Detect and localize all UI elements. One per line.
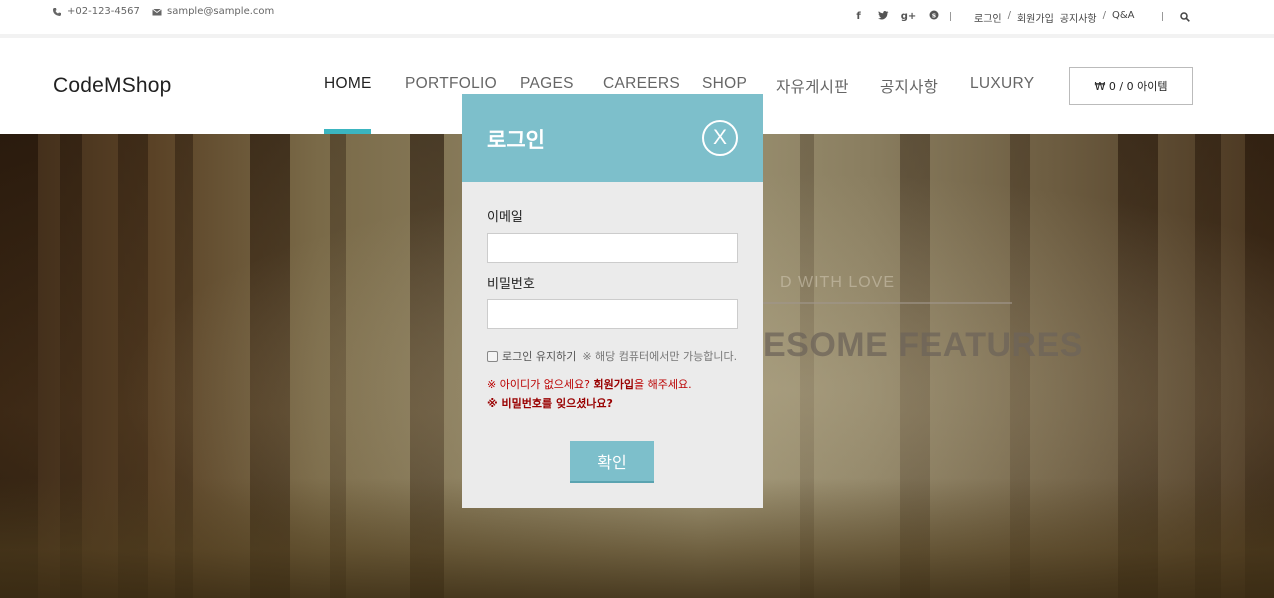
login-link[interactable]: 로그인: [974, 10, 1002, 25]
cart-button[interactable]: ₩ 0 / 0 아이템: [1069, 67, 1193, 105]
password-label: 비밀번호: [487, 277, 535, 292]
link-separator: /: [1007, 10, 1011, 21]
remember-note: ※ 해당 컴퓨터에서만 가능합니다.: [582, 350, 738, 363]
site-logo[interactable]: CodeMShop: [53, 74, 172, 98]
hero-title: ESOME FEATURES: [763, 326, 1083, 364]
nav-free-board[interactable]: 자유게시판: [776, 75, 849, 97]
divider: [1162, 12, 1163, 21]
social-links: f g+ s: [846, 10, 946, 23]
signup-prefix: ※ 아이디가 없으세요?: [487, 378, 594, 391]
hero-divider: [763, 302, 1012, 304]
qna-link[interactable]: Q&A: [1112, 10, 1135, 25]
contact-phone: +02-123-4567: [52, 6, 140, 17]
nav-careers[interactable]: CAREERS: [603, 75, 680, 93]
search-icon[interactable]: [1180, 12, 1190, 22]
remember-me[interactable]: 로그인 유지하기 ※ 해당 컴퓨터에서만 가능합니다.: [487, 348, 737, 364]
modal-title: 로그인: [487, 128, 545, 152]
skype-icon[interactable]: s: [921, 10, 946, 23]
twitter-icon[interactable]: [871, 10, 896, 23]
hero-subtitle: D WITH LOVE: [780, 274, 896, 291]
account-links: 로그인 / 회원가입 공지사항 / Q&A: [974, 10, 1135, 25]
signup-link[interactable]: 회원가입: [1017, 10, 1054, 25]
signup-notice: ※ 아이디가 없으세요? 회원가입을 해주세요.: [487, 376, 692, 392]
nav-luxury[interactable]: LUXURY: [970, 75, 1034, 93]
notice-link[interactable]: 공지사항: [1060, 10, 1097, 25]
top-bar: +02-123-4567 sample@sample.com f g+ s 로그…: [0, 0, 1274, 34]
remember-label: 로그인 유지하기: [502, 350, 577, 363]
email-label: 이메일: [487, 210, 523, 225]
signup-suffix: 을 해주세요.: [634, 378, 692, 391]
google-plus-icon[interactable]: g+: [896, 11, 921, 22]
email-input[interactable]: [487, 233, 738, 263]
confirm-button[interactable]: 확인: [570, 441, 654, 483]
envelope-icon: [152, 8, 162, 15]
login-modal: 로그인 X 이메일 비밀번호 로그인 유지하기 ※ 해당 컴퓨터에서만 가능합니…: [462, 94, 763, 508]
modal-header: 로그인 X: [462, 94, 763, 182]
nav-home[interactable]: HOME: [324, 75, 372, 93]
divider: [950, 12, 951, 21]
svg-text:s: s: [931, 12, 935, 20]
facebook-icon[interactable]: f: [846, 11, 871, 22]
nav-pages[interactable]: PAGES: [520, 75, 574, 93]
nav-portfolio[interactable]: PORTFOLIO: [405, 75, 497, 93]
phone-text: +02-123-4567: [67, 6, 140, 17]
forgot-password-link[interactable]: ※ 비밀번호를 잊으셨나요?: [487, 395, 613, 411]
nav-notice[interactable]: 공지사항: [880, 75, 938, 97]
phone-icon: [53, 7, 61, 16]
forgot-password-text[interactable]: ※ 비밀번호를 잊으셨나요?: [487, 397, 613, 410]
password-input[interactable]: [487, 299, 738, 329]
email-text: sample@sample.com: [167, 6, 275, 17]
link-separator: /: [1102, 10, 1106, 21]
remember-checkbox[interactable]: [487, 350, 498, 362]
close-button[interactable]: X: [702, 120, 738, 156]
nav-shop[interactable]: SHOP: [702, 75, 747, 93]
signup-notice-link[interactable]: 회원가입: [594, 378, 634, 391]
contact-email: sample@sample.com: [152, 6, 274, 17]
